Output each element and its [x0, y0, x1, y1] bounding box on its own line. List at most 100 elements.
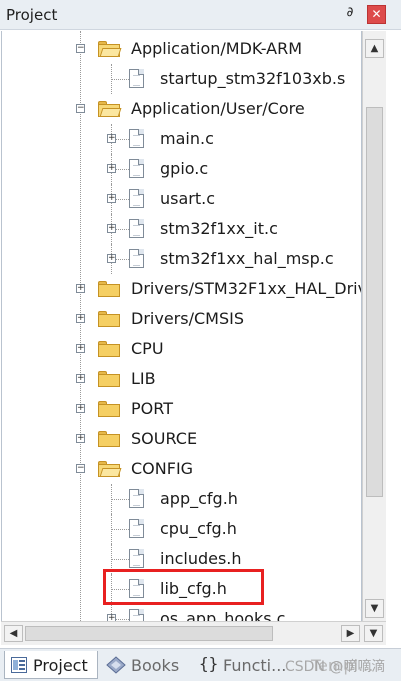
- collapse-icon[interactable]: −: [76, 104, 85, 113]
- functions-icon: {}: [199, 654, 219, 673]
- expand-icon[interactable]: +: [76, 374, 85, 383]
- tree-file-label: app_cfg.h: [160, 489, 238, 508]
- scroll-right-arrow-icon[interactable]: ▶: [341, 625, 360, 642]
- tree-folder-row[interactable]: + PORT: [2, 394, 361, 424]
- folder-icon: [98, 311, 120, 327]
- file-icon: [129, 609, 144, 621]
- tree-file-label: gpio.c: [160, 159, 209, 178]
- close-button[interactable]: ✕: [367, 5, 386, 24]
- panel-title: Project: [6, 6, 58, 24]
- tree-file-label: os_app_hooks.c: [160, 609, 286, 621]
- tree-file-label: startup_stm32f103xb.s: [160, 69, 346, 88]
- file-icon: [129, 489, 144, 508]
- expand-icon[interactable]: +: [76, 434, 85, 443]
- file-icon: [129, 549, 144, 568]
- tree-folder-label: SOURCE: [131, 429, 198, 448]
- scroll-down-arrow-icon[interactable]: ▼: [365, 599, 384, 618]
- expand-icon[interactable]: +: [107, 254, 116, 263]
- folder-icon: [98, 431, 120, 447]
- tree-file-row[interactable]: + stm32f1xx_hal_msp.c: [2, 244, 361, 274]
- tab-project[interactable]: Project: [4, 651, 98, 679]
- tree-file-row[interactable]: startup_stm32f103xb.s: [2, 64, 361, 94]
- file-icon: [129, 519, 144, 538]
- horizontal-scroll-thumb[interactable]: [25, 626, 273, 641]
- folder-icon: [98, 371, 120, 387]
- tree-guide-line: [111, 64, 112, 94]
- expand-icon[interactable]: +: [76, 284, 85, 293]
- horizontal-scrollbar[interactable]: ◀ ▶ ▼: [1, 621, 386, 645]
- expand-icon[interactable]: +: [107, 194, 116, 203]
- tree-file-row[interactable]: + os_app_hooks.c: [2, 604, 361, 621]
- expand-icon[interactable]: +: [107, 134, 116, 143]
- tree-file-row[interactable]: + main.c: [2, 124, 361, 154]
- vertical-scroll-thumb[interactable]: [366, 107, 383, 497]
- expand-icon[interactable]: +: [107, 164, 116, 173]
- tree-file-label: cpu_cfg.h: [160, 519, 237, 538]
- books-icon: [106, 656, 126, 674]
- scroll-up-arrow-icon[interactable]: ▲: [365, 39, 384, 58]
- tree-folder-label: Application/User/Core: [131, 99, 305, 118]
- folder-icon: [98, 281, 120, 297]
- tree-folder-row[interactable]: + SOURCE: [2, 424, 361, 454]
- file-icon: [129, 249, 144, 268]
- tree-guide-line: [111, 484, 112, 514]
- tree-folder-row[interactable]: − Application/MDK-ARM: [2, 34, 361, 64]
- tree-guide-line: [111, 514, 112, 544]
- expand-icon[interactable]: +: [76, 314, 85, 323]
- tab-project-label: Project: [33, 656, 88, 675]
- tree-file-label: stm32f1xx_it.c: [160, 219, 278, 238]
- file-icon: [129, 159, 144, 178]
- tree-connector-line: [111, 559, 129, 560]
- tree-file-row[interactable]: + stm32f1xx_it.c: [2, 214, 361, 244]
- tree-folder-label: PORT: [131, 399, 173, 418]
- tree-file-label: includes.h: [160, 549, 242, 568]
- collapse-icon[interactable]: −: [76, 464, 85, 473]
- expand-icon[interactable]: +: [107, 224, 116, 233]
- folder-icon: [98, 401, 120, 417]
- tree-folder-row[interactable]: + Drivers/STM32F1xx_HAL_Driv: [2, 274, 361, 304]
- scroll-left-arrow-icon[interactable]: ◀: [4, 625, 23, 642]
- tree-folder-label: LIB: [131, 369, 156, 388]
- expand-icon[interactable]: +: [76, 344, 85, 353]
- tree-folder-label: CPU: [131, 339, 164, 358]
- folder-icon: [98, 341, 120, 357]
- tree-folder-row[interactable]: + CPU: [2, 334, 361, 364]
- tab-books[interactable]: Books: [103, 651, 189, 679]
- file-icon: [129, 219, 144, 238]
- folder-open-icon: [98, 461, 122, 477]
- pin-icon[interactable]: ∂: [342, 5, 358, 23]
- tree-folder-label: Drivers/STM32F1xx_HAL_Driv: [131, 279, 362, 298]
- tree-file-row[interactable]: + usart.c: [2, 184, 361, 214]
- tree-file-label: stm32f1xx_hal_msp.c: [160, 249, 334, 268]
- file-icon: [129, 189, 144, 208]
- expand-icon[interactable]: +: [107, 614, 116, 621]
- tree-connector-line: [111, 499, 129, 500]
- tree-folder-row[interactable]: − Application/User/Core: [2, 94, 361, 124]
- tree-file-label: usart.c: [160, 189, 216, 208]
- tree-folder-row[interactable]: + LIB: [2, 364, 361, 394]
- folder-open-icon: [98, 101, 122, 117]
- tree-folder-label: CONFIG: [131, 459, 194, 478]
- expand-icon[interactable]: +: [76, 404, 85, 413]
- tree-connector-line: [111, 529, 129, 530]
- panel-title-bar: Project ∂ ✕: [0, 0, 401, 30]
- tree-file-label: main.c: [160, 129, 214, 148]
- tree-file-row[interactable]: app_cfg.h: [2, 484, 361, 514]
- tree-folder-label: Drivers/CMSIS: [131, 309, 244, 328]
- tree-file-row[interactable]: cpu_cfg.h: [2, 514, 361, 544]
- project-icon: [11, 657, 27, 673]
- tab-functions-label: Functi...: [223, 656, 287, 675]
- tree-file-row[interactable]: + gpio.c: [2, 154, 361, 184]
- project-tree: − Application/MDK-ARM startup_stm32f103xb.…: [1, 31, 362, 621]
- tab-books-label: Books: [131, 656, 180, 675]
- file-icon: [129, 129, 144, 148]
- file-icon: [129, 69, 144, 88]
- tree-folder-row[interactable]: + Drivers/CMSIS: [2, 304, 361, 334]
- vertical-scrollbar[interactable]: ▲ ▼: [362, 31, 386, 621]
- tab-functions[interactable]: {} Functi...: [193, 651, 289, 679]
- tree-folder-row[interactable]: − CONFIG: [2, 454, 361, 484]
- folder-open-icon: [98, 41, 122, 57]
- collapse-icon[interactable]: −: [76, 44, 85, 53]
- highlight-box: [103, 569, 264, 605]
- scroll-down-small-arrow-icon[interactable]: ▼: [364, 625, 383, 642]
